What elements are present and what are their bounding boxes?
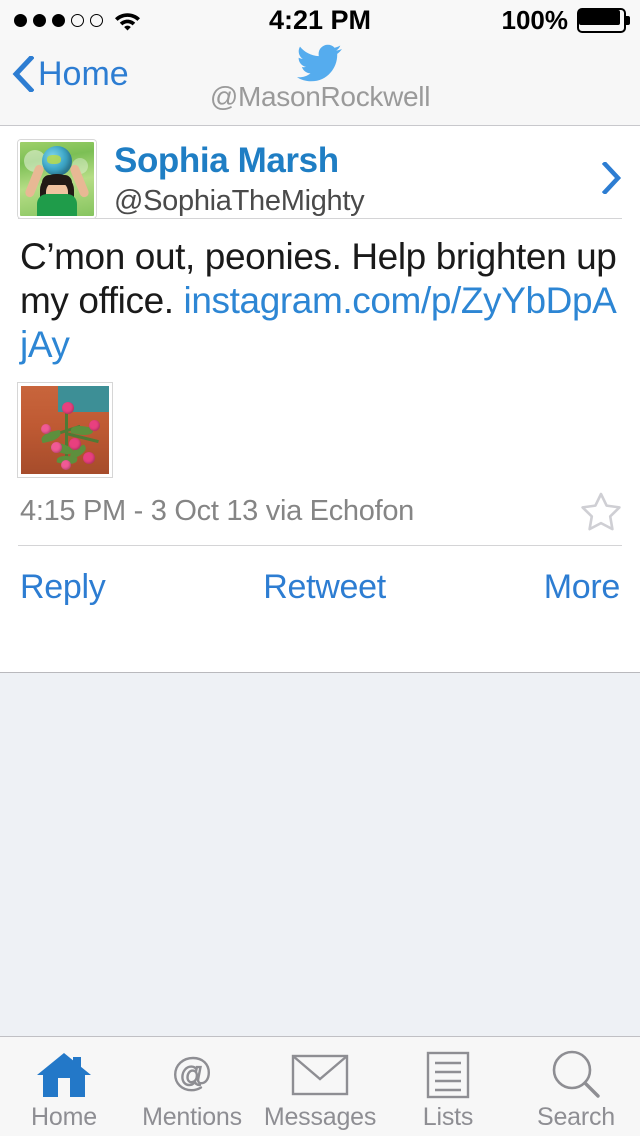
tab-search-label: Search — [536, 1103, 615, 1131]
tab-mentions-label: Mentions — [142, 1103, 242, 1131]
twitter-bird-icon — [296, 44, 343, 82]
magnifier-icon — [549, 1049, 603, 1101]
navigation-title-group: @MasonRockwell — [0, 44, 640, 113]
tweet-body: C’mon out, peonies. Help brighten up my … — [0, 219, 640, 367]
author-handle: @SophiaTheMighty — [114, 185, 365, 217]
star-outline-icon[interactable] — [580, 491, 622, 531]
author-name-block: Sophia Marsh @SophiaTheMighty — [114, 140, 365, 220]
empty-content-area — [0, 674, 640, 1036]
tab-home[interactable]: Home — [0, 1037, 128, 1136]
chevron-right-icon[interactable] — [601, 160, 622, 196]
status-bar-right: 100% — [501, 0, 630, 40]
tab-lists-label: Lists — [422, 1103, 474, 1131]
avatar[interactable] — [18, 140, 96, 218]
tweet-author-row[interactable]: Sophia Marsh @SophiaTheMighty — [0, 126, 640, 218]
envelope-icon — [291, 1049, 349, 1101]
account-handle-label: @MasonRockwell — [209, 81, 431, 112]
home-icon — [35, 1049, 93, 1101]
twitter-app-screen: 4:21 PM 100% Home @MasonRockwell Sophia … — [0, 0, 640, 1136]
author-display-name: Sophia Marsh — [114, 141, 339, 180]
tweet-actions-row: Reply Retweet More — [0, 546, 640, 607]
tab-lists[interactable]: Lists — [384, 1037, 512, 1136]
tab-bar: Home Mentions Messages Lists Search — [0, 1036, 640, 1136]
tweet-timestamp: 4:15 PM - 3 Oct 13 via Echofon — [20, 494, 414, 527]
tab-messages[interactable]: Messages — [256, 1037, 384, 1136]
tweet-detail-card: Sophia Marsh @SophiaTheMighty C’mon out,… — [0, 126, 640, 673]
peony-photo-thumbnail[interactable] — [18, 383, 112, 477]
tab-home-label: Home — [31, 1103, 97, 1131]
tab-search[interactable]: Search — [512, 1037, 640, 1136]
tweet-meta-row: 4:15 PM - 3 Oct 13 via Echofon — [0, 477, 640, 531]
status-bar: 4:21 PM 100% — [0, 0, 640, 40]
lists-icon — [425, 1049, 471, 1101]
battery-percent-label: 100% — [501, 4, 569, 35]
tab-mentions[interactable]: Mentions — [128, 1037, 256, 1136]
navigation-bar: Home @MasonRockwell — [0, 40, 640, 126]
more-button[interactable]: More — [544, 568, 621, 607]
reply-button[interactable]: Reply — [20, 568, 106, 607]
tab-messages-label: Messages — [263, 1103, 377, 1131]
at-sign-icon — [166, 1049, 218, 1101]
retweet-button[interactable]: Retweet — [263, 568, 386, 607]
battery-full-icon — [577, 7, 630, 33]
